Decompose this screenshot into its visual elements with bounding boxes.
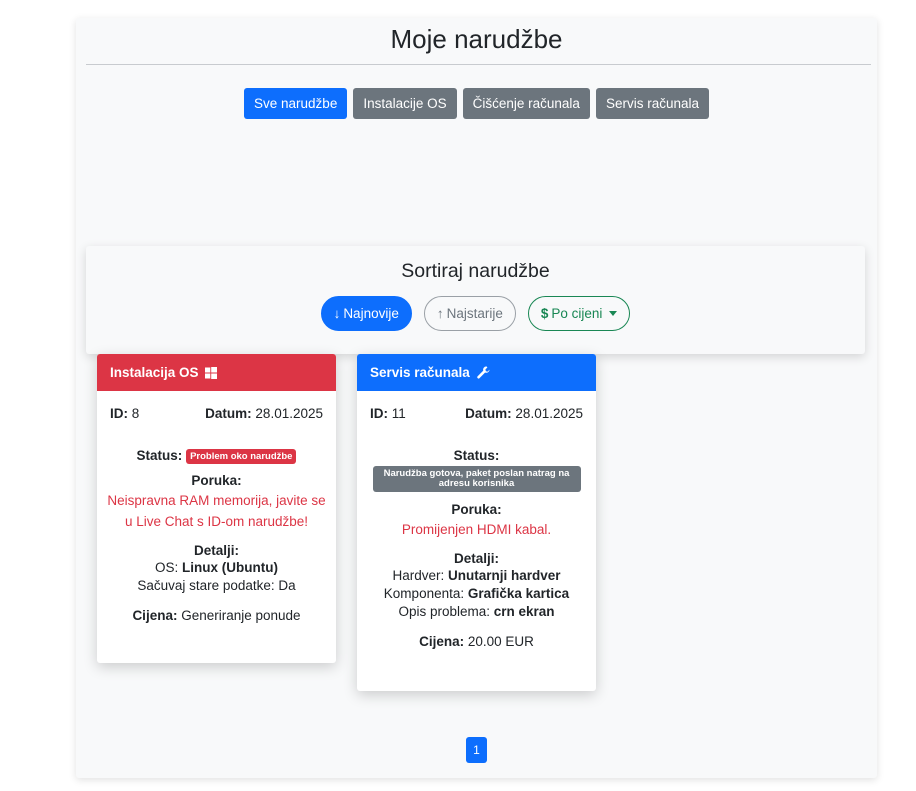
sort-oldest-label: Najstarije (446, 306, 503, 321)
status-badge: Problem oko narudžbe (186, 449, 297, 464)
message-label: Poruka: (191, 473, 242, 488)
caret-down-icon (609, 311, 618, 316)
order-date: 28.01.2025 (255, 406, 323, 421)
windows-icon (205, 367, 218, 379)
order-meta-row: ID: 11 Datum: 28.01.2025 (357, 406, 596, 421)
order-price: Cijena: 20.00 EUR (357, 634, 596, 649)
status-label: Status: (453, 448, 500, 463)
order-type-label: Instalacija OS (110, 365, 199, 380)
order-id: 8 (131, 406, 140, 421)
detail-row: Opis problema: crn ekran (357, 604, 596, 619)
order-date-label: Datum: (205, 406, 252, 421)
order-id-label: ID: (110, 406, 128, 421)
detail-key: Opis problema: (398, 604, 494, 619)
message-label: Poruka: (451, 502, 502, 517)
details-label: Detalji: (193, 543, 239, 558)
sort-oldest-button[interactable]: ↑ Najstarije (423, 296, 516, 331)
order-status: Status: Narudžba gotova, paket poslan na… (357, 448, 596, 492)
price-label: Cijena: (132, 608, 178, 623)
order-id: 11 (391, 406, 406, 421)
order-id-label: ID: (370, 406, 388, 421)
order-card: Instalacija OS ID: 8 Datum: 28.01.2025 S… (97, 354, 336, 663)
detail-key: Komponenta: (383, 586, 468, 601)
status-badge: Narudžba gotova, paket poslan natrag na … (372, 466, 581, 492)
detail-value: Grafička kartica (467, 586, 570, 601)
filter-all-orders-button[interactable]: Sve narudžbe (244, 88, 348, 119)
arrow-up-icon: ↑ (436, 306, 444, 321)
detail-row: Komponenta: Grafička kartica (357, 586, 596, 601)
page-title: Moje narudžbe (390, 24, 563, 54)
order-status: Status: Problem oko narudžbe (97, 448, 336, 464)
pagination-page-button[interactable]: 1 (466, 737, 487, 763)
order-date-label: Datum: (465, 406, 512, 421)
order-type-label: Servis računala (370, 365, 470, 380)
status-label: Status: (136, 448, 183, 463)
order-message: Promijenjen HDMI kabal. (401, 522, 552, 537)
sort-panel: Sortiraj narudžbe ↓ Najnovije ↑ Najstari… (86, 246, 865, 354)
detail-row: Hardver: Unutarnji hardver (357, 568, 596, 583)
wrench-icon (476, 366, 490, 379)
title-divider (86, 64, 871, 65)
sort-price-label: Po cijeni (551, 306, 603, 321)
detail-row: OS: Linux (Ubuntu) (97, 560, 336, 575)
sort-title: Sortiraj narudžbe (401, 260, 550, 282)
dollar-icon: $ (540, 306, 549, 321)
sort-newest-label: Najnovije (343, 306, 399, 321)
order-date: 28.01.2025 (515, 406, 583, 421)
orders-page-card: Moje narudžbe Sve narudžbe Instalacije O… (76, 18, 877, 778)
detail-value: Da (278, 578, 296, 593)
filter-os-install-button[interactable]: Instalacije OS (353, 88, 457, 119)
price-value: 20.00 EUR (467, 634, 534, 649)
detail-row: Sačuvaj stare podatke: Da (97, 578, 336, 593)
order-message: Neispravna RAM memorija, javite se u Liv… (107, 493, 326, 529)
filter-service-button[interactable]: Servis računala (595, 88, 709, 119)
sort-button-group: ↓ Najnovije ↑ Najstarije $ Po cijeni (86, 296, 865, 331)
sort-price-dropdown-button[interactable]: $ Po cijeni (527, 296, 631, 331)
order-card-header: Instalacija OS (97, 354, 336, 391)
detail-value: crn ekran (493, 604, 555, 619)
detail-value: Unutarnji hardver (448, 568, 561, 583)
filter-button-group: Sve narudžbe Instalacije OS Čišćenje rač… (76, 88, 877, 119)
order-price: Cijena: Generiranje ponude (97, 608, 336, 623)
price-label: Cijena: (419, 634, 465, 649)
order-meta-row: ID: 8 Datum: 28.01.2025 (97, 406, 336, 421)
detail-value: Linux (Ubuntu) (182, 560, 278, 575)
arrow-down-icon: ↓ (333, 306, 341, 321)
order-card-header: Servis računala (357, 354, 596, 391)
detail-key: Sačuvaj stare podatke: (137, 578, 279, 593)
order-card: Servis računala ID: 11 Datum: 28.01.2025… (357, 354, 596, 691)
filter-cleaning-button[interactable]: Čišćenje računala (462, 88, 590, 119)
detail-key: Hardver: (392, 568, 448, 583)
price-value: Generiranje ponude (181, 608, 301, 623)
sort-newest-button[interactable]: ↓ Najnovije (320, 296, 412, 331)
details-label: Detalji: (453, 551, 499, 566)
detail-key: OS: (155, 560, 183, 575)
